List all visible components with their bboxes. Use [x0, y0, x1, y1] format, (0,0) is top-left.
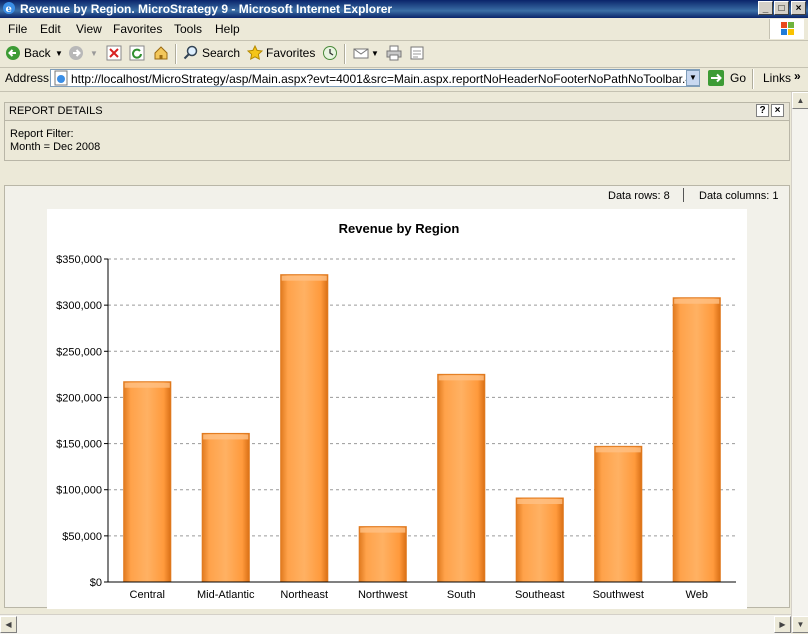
links-button[interactable]: Links: [763, 71, 791, 85]
toolbar-separator: [175, 44, 177, 64]
window-title: Revenue by Region. MicroStrategy 9 - Mic…: [20, 2, 393, 16]
x-tick-label: Web: [686, 589, 708, 601]
forward-dropdown-icon[interactable]: ▼: [90, 49, 98, 58]
bar-southeast: [515, 497, 564, 583]
menu-help[interactable]: Help: [215, 22, 240, 36]
close-details-button[interactable]: ×: [771, 104, 784, 117]
help-button[interactable]: ?: [756, 104, 769, 117]
scroll-up-icon[interactable]: ▲: [792, 92, 808, 109]
y-tick-label: $100,000: [56, 485, 102, 497]
x-tick-label: Southeast: [515, 589, 565, 601]
x-tick-label: Mid-Atlantic: [197, 589, 255, 601]
maximize-button[interactable]: □: [774, 1, 789, 15]
go-button[interactable]: Go: [730, 71, 746, 85]
data-rows-count: Data rows: 8: [608, 190, 670, 202]
y-tick-label: $350,000: [56, 254, 102, 266]
x-tick-label: Central: [130, 589, 165, 601]
close-window-button[interactable]: ×: [791, 1, 806, 15]
chart-area: Revenue by Region $0 $50,000 $100,000 $150,…: [47, 209, 747, 609]
back-button[interactable]: Back: [24, 46, 51, 60]
x-tick-label: South: [447, 589, 476, 601]
favorites-star-icon[interactable]: [247, 45, 263, 61]
scroll-left-icon[interactable]: ◀: [0, 616, 17, 633]
menu-favorites[interactable]: Favorites: [113, 22, 162, 36]
svg-text:e: e: [6, 4, 12, 15]
minimize-button[interactable]: _: [758, 1, 773, 15]
mail-dropdown-icon[interactable]: ▼: [371, 49, 379, 58]
address-url: http://localhost/MicroStrategy/asp/Main.…: [71, 72, 700, 86]
bar-mid-atlantic: [201, 432, 250, 583]
edit-page-icon[interactable]: [409, 45, 425, 61]
toolbar: Back ▼ ▼ Search Favorites ▼: [0, 41, 808, 68]
menu-tools[interactable]: Tools: [174, 22, 202, 36]
favorites-button[interactable]: Favorites: [266, 46, 315, 60]
print-icon[interactable]: [386, 45, 402, 61]
report-filter-label: Report Filter:: [10, 128, 74, 140]
forward-arrow-icon[interactable]: [68, 45, 84, 61]
search-icon[interactable]: [183, 45, 199, 61]
home-icon[interactable]: [153, 45, 169, 61]
x-tick-label: Southwest: [593, 589, 644, 601]
x-tick-label: Northeast: [280, 589, 328, 601]
go-arrow-icon[interactable]: [708, 70, 724, 86]
x-tick-label: Northwest: [358, 589, 408, 601]
info-divider: [683, 188, 684, 202]
stop-icon[interactable]: [106, 45, 122, 61]
ie-logo-icon: e: [3, 2, 15, 15]
y-tick-label: $0: [90, 577, 102, 589]
horizontal-scrollbar[interactable]: ◀ ▶: [0, 614, 791, 634]
scroll-right-icon[interactable]: ▶: [774, 616, 791, 633]
menu-bar: File Edit View Favorites Tools Help: [0, 18, 808, 41]
data-columns-count: Data columns: 1: [699, 190, 779, 202]
bar-highlight: [124, 382, 170, 388]
bar-highlight: [438, 375, 484, 381]
back-arrow-icon[interactable]: [5, 45, 21, 61]
menu-file[interactable]: File: [8, 22, 27, 36]
links-chevron-icon[interactable]: »: [794, 69, 801, 83]
address-input[interactable]: http://localhost/MicroStrategy/asp/Main.…: [50, 69, 700, 87]
report-details-header: REPORT DETAILS ? ×: [5, 103, 789, 121]
bar-web: [672, 297, 721, 583]
menu-edit[interactable]: Edit: [40, 22, 61, 36]
toolbar-separator: [344, 44, 346, 64]
page-content: REPORT DETAILS ? × Report Filter: Month …: [0, 92, 791, 634]
toolbar-separator: [752, 69, 754, 89]
report-details-title: REPORT DETAILS: [9, 105, 103, 117]
bar-highlight: [281, 275, 327, 281]
report-details-panel: REPORT DETAILS ? × Report Filter: Month …: [4, 102, 790, 161]
y-tick-label: $150,000: [56, 439, 102, 451]
report-filter-value: Month = Dec 2008: [10, 141, 101, 153]
address-label: Address: [5, 71, 50, 85]
y-tick-label: $50,000: [62, 531, 102, 543]
y-tick-label: $250,000: [56, 346, 102, 358]
revenue-bar-chart: Revenue by Region $0 $50,000 $100,000 $150,…: [56, 221, 736, 601]
bar-highlight: [517, 499, 563, 505]
back-dropdown-icon[interactable]: ▼: [55, 49, 63, 58]
chart-title: Revenue by Region: [339, 221, 460, 236]
y-tick-label: $200,000: [56, 392, 102, 404]
address-bar: Address http://localhost/MicroStrategy/a…: [0, 68, 808, 92]
scroll-down-icon[interactable]: ▼: [792, 616, 808, 633]
bar-northwest: [358, 526, 407, 583]
bar-highlight: [595, 447, 641, 453]
bar-central: [123, 381, 172, 583]
title-bar: e Revenue by Region. MicroStrategy 9 - M…: [0, 0, 808, 18]
address-dropdown-icon[interactable]: ▼: [686, 70, 700, 86]
bar-south: [437, 373, 486, 583]
mail-icon[interactable]: [353, 45, 369, 61]
bar-southwest: [594, 445, 643, 583]
bar-highlight: [203, 434, 249, 440]
bar-northeast: [280, 274, 329, 583]
windows-logo-icon: [769, 19, 804, 39]
history-icon[interactable]: [322, 45, 338, 61]
search-button[interactable]: Search: [202, 46, 240, 60]
report-filter: Report Filter: Month = Dec 2008: [10, 128, 100, 154]
refresh-icon[interactable]: [129, 45, 145, 61]
vertical-scrollbar[interactable]: ▲ ▼: [791, 92, 808, 633]
page-icon: [54, 70, 68, 86]
menu-view[interactable]: View: [76, 22, 102, 36]
bar-highlight: [674, 298, 720, 304]
bar-highlight: [360, 527, 406, 533]
y-tick-label: $300,000: [56, 300, 102, 312]
